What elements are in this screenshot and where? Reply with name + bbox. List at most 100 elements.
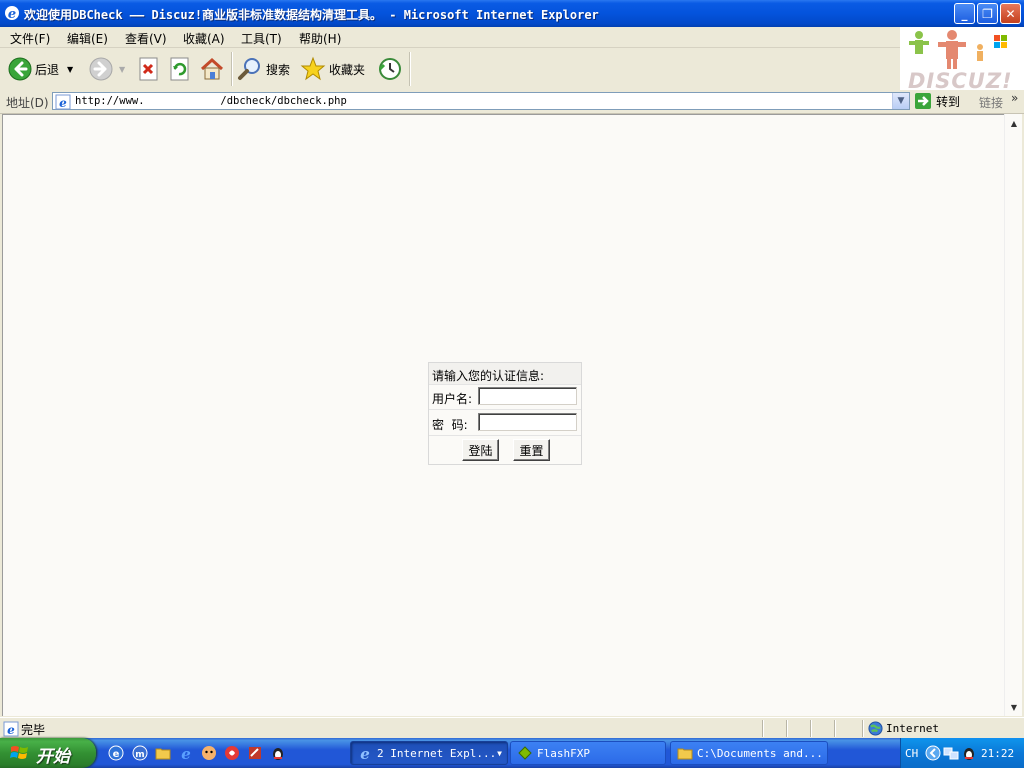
start-button[interactable]: 开始: [0, 738, 96, 768]
clock: 21:22: [981, 747, 1015, 760]
address-bar: 地址(D) e http://www. /dbcheck/dbcheck.php…: [0, 90, 1024, 114]
svg-text:e: e: [113, 749, 120, 760]
menu-file[interactable]: 文件(F): [10, 30, 50, 47]
scroll-up-icon[interactable]: ▲: [1007, 116, 1021, 130]
svg-text:e: e: [8, 7, 16, 21]
login-form: 请输入您的认证信息: 用户名: 密 码: 登陆 重置: [428, 362, 582, 465]
links-button[interactable]: 链接: [979, 94, 1003, 111]
address-url: http://www. /dbcheck/dbcheck.php: [75, 95, 347, 107]
vertical-scrollbar[interactable]: ▲ ▼: [1004, 114, 1023, 716]
forward-button[interactable]: ▼: [89, 54, 125, 84]
username-row: 用户名:: [429, 384, 581, 410]
address-input[interactable]: e http://www. /dbcheck/dbcheck.php ▼: [52, 92, 910, 110]
ie-browser-icon[interactable]: e: [178, 745, 194, 761]
search-magnifier-icon: [238, 58, 260, 80]
refresh-icon: [170, 57, 189, 81]
password-row: 密 码:: [429, 410, 581, 436]
window-title: 欢迎使用DBCheck —— Discuz!商业版非标准数据结构清理工具。 - …: [24, 8, 599, 22]
page-content: 请输入您的认证信息: 用户名: 密 码: 登陆 重置: [2, 114, 1004, 716]
address-label: 地址(D): [6, 96, 49, 110]
task-label: C:\Documents and...: [697, 746, 823, 760]
forward-dropdown-icon[interactable]: ▼: [119, 65, 125, 74]
menu-bar: 文件(F) 编辑(E) 查看(V) 收藏(A) 工具(T) 帮助(H): [0, 27, 1024, 48]
network-icon[interactable]: [943, 745, 959, 761]
maximize-icon: ❐: [982, 6, 993, 21]
task-documents-folder[interactable]: C:\Documents and...: [670, 741, 828, 765]
links-chevron-icon[interactable]: »: [1011, 91, 1018, 105]
menu-view[interactable]: 查看(V): [125, 30, 167, 47]
username-label: 用户名:: [432, 392, 473, 406]
ie-quicklaunch-icon[interactable]: e: [108, 745, 124, 761]
task-flashfxp[interactable]: FlashFXP: [510, 741, 666, 765]
input-language[interactable]: CH: [905, 747, 918, 760]
menu-tools[interactable]: 工具(T): [241, 30, 282, 47]
go-arrow-icon: [915, 93, 931, 109]
windows-logo-icon: [10, 746, 28, 759]
menu-edit[interactable]: 编辑(E): [67, 30, 108, 47]
star-icon: [300, 56, 326, 81]
minimize-icon: _: [961, 6, 968, 21]
back-dropdown-icon[interactable]: ▼: [67, 65, 73, 74]
app-swirl-icon[interactable]: [224, 745, 240, 761]
qq-tray-icon[interactable]: [961, 745, 977, 761]
search-button[interactable]: 搜索: [237, 54, 290, 84]
logo-text: DISCUZ!: [908, 69, 1013, 91]
app-tool-icon[interactable]: [247, 745, 263, 761]
status-text: 完毕: [21, 723, 46, 737]
standard-toolbar: 后退 ▼ ▼ 搜索 收藏夹: [0, 48, 900, 91]
ie-icon: e: [5, 6, 19, 21]
start-label: 开始: [36, 747, 70, 767]
close-button[interactable]: ✕: [1000, 3, 1021, 24]
close-icon: ✕: [1005, 6, 1016, 21]
svg-text:e: e: [59, 96, 67, 110]
login-button[interactable]: 登陆: [462, 439, 499, 461]
ie-task-icon: e: [360, 745, 370, 761]
minimize-button[interactable]: _: [954, 3, 975, 24]
back-arrow-icon: [8, 57, 32, 81]
window-title-bar[interactable]: e 欢迎使用DBCheck —— Discuz!商业版非标准数据结构清理工具。 …: [0, 0, 1024, 27]
go-label: 转到: [936, 94, 961, 109]
svg-text:m: m: [135, 750, 144, 760]
toolbar-separator: [409, 52, 411, 86]
task-group-dropdown-icon[interactable]: ▼: [497, 749, 502, 758]
status-bar: e 完毕 Internet: [0, 717, 1024, 739]
favorites-button[interactable]: 收藏夹: [300, 54, 365, 84]
messenger-icon[interactable]: m: [132, 745, 148, 761]
status-separator: [786, 720, 788, 737]
reset-button[interactable]: 重置: [513, 439, 550, 461]
maximize-button[interactable]: ❐: [977, 3, 998, 24]
back-button[interactable]: 后退 ▼: [8, 54, 73, 84]
home-button[interactable]: [199, 54, 225, 84]
qq-penguin-icon[interactable]: [270, 745, 286, 761]
svg-text:e: e: [7, 723, 15, 737]
character-icon[interactable]: [201, 745, 217, 761]
history-icon: [378, 58, 401, 80]
discuz-logo: DISCUZ!: [900, 27, 1024, 91]
history-button[interactable]: [377, 54, 403, 84]
status-separator: [834, 720, 836, 737]
address-dropdown-icon[interactable]: ▼: [892, 93, 909, 109]
stop-icon: [139, 57, 158, 81]
favorites-label: 收藏夹: [329, 62, 366, 77]
scroll-down-icon[interactable]: ▼: [1007, 700, 1021, 714]
login-prompt: 请输入您的认证信息:: [432, 369, 545, 383]
stop-button[interactable]: [138, 54, 160, 84]
taskbar: 开始 e m e e 2 Internet Expl... ▼ FlashFXP: [0, 738, 1024, 768]
flashfxp-icon: [518, 746, 532, 760]
svg-text:e: e: [360, 745, 370, 761]
username-input[interactable]: [478, 387, 577, 405]
svg-text:e: e: [181, 745, 191, 761]
menu-help[interactable]: 帮助(H): [299, 30, 341, 47]
home-icon: [200, 57, 224, 80]
folder-icon[interactable]: [155, 745, 171, 761]
go-button[interactable]: 转到: [914, 92, 960, 110]
task-internet-explorer[interactable]: e 2 Internet Expl... ▼: [350, 741, 508, 765]
refresh-button[interactable]: [169, 54, 191, 84]
page-done-icon: e: [3, 721, 19, 737]
tray-expand-icon[interactable]: [925, 745, 941, 761]
security-zone: Internet: [886, 722, 939, 735]
task-label: FlashFXP: [537, 746, 590, 760]
password-input[interactable]: [478, 413, 577, 431]
menu-favorites[interactable]: 收藏(A): [183, 30, 225, 47]
form-buttons-row: 登陆 重置: [429, 436, 581, 465]
